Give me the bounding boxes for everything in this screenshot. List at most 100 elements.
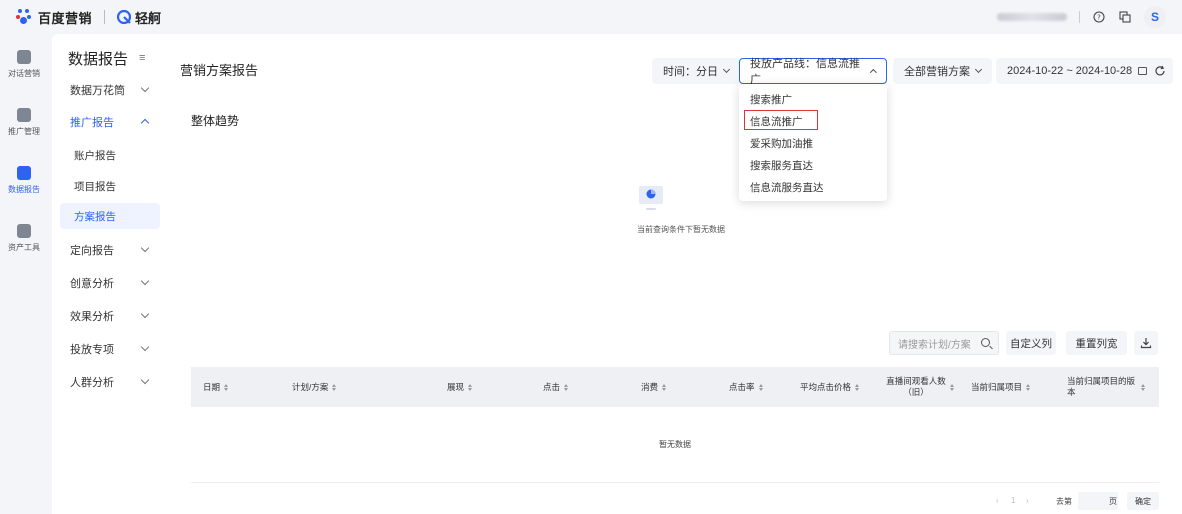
col-label: 点击 [543,382,561,392]
next-page-button[interactable]: › [1026,496,1029,505]
nav-item-label: 数据万花筒 [70,85,125,97]
time-granularity-select[interactable]: 时间：分日 [652,58,740,84]
nav-sub-label: 项目报告 [74,180,116,193]
product-line-dropdown: 搜索推广 信息流推广 爱采购加油推 搜索服务直达 信息流服务直达 [739,84,887,201]
monitor-icon [17,108,31,122]
nav-title: 数据报告 [68,51,129,68]
col-label: 平均点击价格 [800,382,852,392]
plan-search-input[interactable]: 请搜索计划/方案 [889,331,999,355]
chevron-down-icon [722,65,731,74]
col-header-cost[interactable]: 消费 [641,367,667,407]
goto-confirm-button[interactable]: 确定 [1127,492,1159,510]
page-unit-label: 页 [1109,497,1117,506]
sort-icon[interactable] [1141,383,1145,391]
table-header: 日期 计划/方案 展现 点击 消费 点击率 平均点击价格 直播间观看人数（旧） … [191,367,1159,407]
sort-icon[interactable] [224,383,229,391]
sort-icon[interactable] [564,383,569,391]
trend-section-title: 整体趋势 [191,114,240,128]
sort-icon[interactable] [332,383,337,391]
col-header-avg-cpc[interactable]: 平均点击价格 [800,367,860,407]
nav-sub-label: 方案报告 [74,210,116,223]
nav-item-audience-analysis[interactable]: 人群分析 [52,368,164,396]
nav-item-creative-analysis[interactable]: 创意分析 [52,269,164,297]
nav-item-promotion-report[interactable]: 推广报告 [52,108,164,136]
col-label: 当前归属项目的版本 [1067,376,1136,397]
col-header-live-viewers[interactable]: 直播间观看人数（旧） [886,367,958,407]
download-button[interactable] [1134,331,1158,355]
col-header-ctr[interactable]: 点击率 [729,367,763,407]
sort-icon[interactable] [950,383,954,391]
nav-item-effect-analysis[interactable]: 效果分析 [52,302,164,330]
refresh-icon [1155,65,1165,76]
col-label: 日期 [203,382,221,392]
nav-sub-label: 账户报告 [74,149,116,162]
table-empty-row: 暂无数据 [191,407,1159,483]
copy-icon[interactable] [1118,10,1132,24]
date-range-value: 2024-10-22 ~ 2024-10-28 [1007,65,1133,77]
nav-sub-plan-report[interactable]: 方案报告 [60,203,160,229]
customize-columns-button[interactable]: 自定义列 [1006,331,1056,355]
chevron-down-icon [974,65,983,74]
selected-option-highlight [744,110,818,130]
product-name: 轻舸 [117,8,161,27]
rail-label: 对话营销 [8,69,40,78]
goto-label: 去第 [1056,497,1072,506]
sort-icon[interactable] [855,383,860,391]
user-avatar[interactable]: S [1144,6,1166,28]
sort-icon[interactable] [468,383,473,391]
prev-page-button[interactable]: ‹ [996,496,999,505]
collapse-nav-icon[interactable]: ≡ [139,52,145,64]
account-name-blurred[interactable] [997,13,1067,21]
col-header-clicks[interactable]: 点击 [543,367,569,407]
empty-query-text: 当前查询条件下暂无数据 [637,225,725,234]
rail-item-promotion[interactable]: 推广管理 [0,108,48,137]
option-search-service[interactable]: 搜索服务直达 [750,158,813,173]
col-label: 计划/方案 [292,382,329,392]
nav-item-delivery-special[interactable]: 投放专项 [52,335,164,363]
brand-logo[interactable]: 百度营销 轻舸 [0,8,161,27]
product-line-select[interactable]: 投放产品线：信息流推广 [739,58,887,86]
page-number[interactable]: 1 [1011,496,1015,505]
nav-sub-project-report[interactable]: 项目报告 [60,173,160,199]
col-header-plan[interactable]: 计划/方案 [292,367,337,407]
nav-item-data-kaleidoscope[interactable]: 数据万花筒 [52,76,164,104]
nav-item-label: 效果分析 [70,311,114,323]
col-header-date[interactable]: 日期 [203,367,229,407]
col-header-project-version[interactable]: 当前归属项目的版本 [1067,367,1151,407]
nav-item-label: 投放专项 [70,344,114,356]
rail-item-chat-marketing[interactable]: 对话营销 [0,50,48,79]
product-line-value: 投放产品线：信息流推广 [750,58,860,86]
top-right-tools: ? S [997,0,1166,34]
chevron-up-icon [140,118,150,128]
nav-item-targeting-report[interactable]: 定向报告 [52,236,164,264]
app-rail: 对话营销 推广管理 数据报告 资产工具 [0,34,48,514]
sort-icon[interactable] [1026,383,1031,391]
sort-icon[interactable] [662,383,667,391]
brand-name: 百度营销 [38,10,93,26]
top-bar: 百度营销 轻舸 ? S [0,0,1182,34]
nav-sub-account-report[interactable]: 账户报告 [60,142,160,168]
reset-column-width-button[interactable]: 重置列宽 [1066,331,1127,355]
chevron-down-icon [140,83,150,93]
search-icon[interactable] [981,338,990,347]
rail-item-assets[interactable]: 资产工具 [0,224,48,253]
col-label: 点击率 [729,382,755,392]
page-title: 营销方案报告 [180,63,259,78]
col-header-project[interactable]: 当前归属项目 [971,367,1031,407]
col-label: 当前归属项目 [971,382,1023,392]
chat-marketing-icon [17,50,31,64]
plan-select[interactable]: 全部营销方案 [893,58,992,84]
search-placeholder: 请搜索计划/方案 [898,339,971,351]
sort-icon[interactable] [758,383,763,391]
help-icon[interactable]: ? [1092,10,1106,24]
rail-item-data-report[interactable]: 数据报告 [0,166,48,195]
chevron-down-icon [140,243,150,253]
rail-label: 数据报告 [8,185,40,194]
date-range-picker[interactable]: 2024-10-22 ~ 2024-10-28 [996,58,1159,84]
col-header-impressions[interactable]: 展现 [447,367,473,407]
option-search-promotion[interactable]: 搜索推广 [750,92,792,107]
download-icon [1140,338,1152,349]
refresh-button[interactable] [1147,58,1173,84]
option-aicaigou[interactable]: 爱采购加油推 [750,136,813,151]
option-feed-service[interactable]: 信息流服务直达 [750,180,824,195]
